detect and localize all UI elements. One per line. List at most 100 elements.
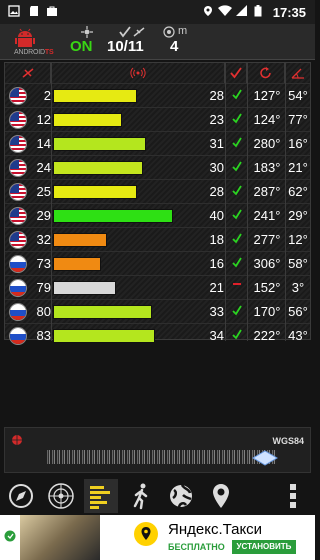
walking-button[interactable] bbox=[124, 479, 158, 513]
yandex-taxi-logo bbox=[134, 522, 158, 546]
satellite-elevation: 54° bbox=[288, 88, 308, 103]
satellite-elevation: 62° bbox=[288, 184, 308, 199]
russia-flag-icon bbox=[9, 255, 27, 273]
signal-bar bbox=[53, 305, 152, 319]
sky-view-button[interactable] bbox=[44, 479, 78, 513]
usa-flag-icon bbox=[9, 231, 27, 249]
location-pin-icon bbox=[204, 6, 212, 16]
satellite-col-icon bbox=[22, 68, 33, 78]
fix-status: ON bbox=[70, 38, 93, 55]
signal-bars-button[interactable] bbox=[84, 479, 118, 513]
header-count: 4 bbox=[170, 38, 179, 55]
position-panel[interactable]: WGS84 bbox=[4, 427, 311, 473]
russia-flag-icon bbox=[9, 303, 27, 321]
compass-button[interactable] bbox=[4, 479, 38, 513]
status-bar: 17:35 bbox=[0, 0, 315, 24]
col-elevation bbox=[285, 63, 310, 83]
used-check-icon bbox=[229, 67, 242, 79]
satellite-prn: 80 bbox=[36, 304, 51, 319]
position-noise-graph bbox=[47, 450, 277, 464]
satellite-elevation: 77° bbox=[288, 112, 308, 127]
status-time: 17:35 bbox=[272, 5, 306, 20]
satellite-azimuth: 152° bbox=[253, 280, 281, 295]
sky-view-icon bbox=[48, 483, 74, 509]
bottom-toolbar bbox=[0, 476, 315, 514]
satellite-elevation: 56° bbox=[288, 304, 308, 319]
walking-icon bbox=[133, 483, 148, 510]
ad-free-label: БЕСПЛАТНО bbox=[168, 542, 225, 552]
map-pin-button[interactable] bbox=[204, 479, 238, 513]
shopping-bag-icon bbox=[47, 6, 57, 16]
taxi-pin-icon bbox=[141, 527, 151, 540]
used-check-icon bbox=[230, 160, 244, 175]
accuracy-unit: m bbox=[178, 25, 188, 37]
satellite-prn: 83 bbox=[36, 328, 51, 343]
used-check-icon bbox=[230, 208, 244, 223]
signal-snr: 40 bbox=[209, 208, 224, 223]
more-vertical-icon bbox=[290, 484, 296, 508]
androits-logo: ANDROIDTS bbox=[8, 27, 54, 59]
signal-bar bbox=[53, 113, 122, 127]
satellite-elevation: 43° bbox=[288, 328, 308, 343]
used-check-icon bbox=[230, 328, 244, 343]
satellite-elevation: 12° bbox=[288, 232, 308, 247]
battery-icon bbox=[254, 5, 262, 17]
signal-snr: 21 bbox=[209, 280, 224, 295]
usa-flag-icon bbox=[9, 207, 27, 225]
signal-strength-icon bbox=[129, 67, 146, 79]
used-check-icon bbox=[230, 304, 244, 319]
russia-flag-icon bbox=[9, 279, 27, 297]
ad-close-icon[interactable] bbox=[4, 530, 16, 542]
signal-bar bbox=[53, 137, 146, 151]
satellite-table: 2 28 127° 54° 12 23 124° 77° 14 31 280° 16° 24 30 183°… bbox=[4, 62, 311, 345]
col-azimuth bbox=[247, 63, 285, 83]
used-check-icon bbox=[230, 88, 244, 103]
usa-flag-icon bbox=[9, 111, 27, 129]
satellite-azimuth: 183° bbox=[253, 160, 281, 175]
ad-banner[interactable]: Яндекс.Такси БЕСПЛАТНО УСТАНОВИТЬ bbox=[0, 515, 315, 560]
usa-flag-icon bbox=[9, 87, 27, 105]
signal-snr: 34 bbox=[209, 328, 224, 343]
satellite-azimuth: 280° bbox=[253, 136, 281, 151]
satellite-elevation: 16° bbox=[288, 136, 308, 151]
satellite-prn: 2 bbox=[43, 88, 51, 103]
satellite-elevation: 29° bbox=[288, 208, 308, 223]
usa-flag-icon bbox=[9, 135, 27, 153]
compass-icon bbox=[9, 484, 33, 508]
signal-bar bbox=[53, 89, 137, 103]
col-used bbox=[225, 63, 247, 83]
sd-card-icon bbox=[30, 6, 38, 16]
signal-bar bbox=[53, 185, 137, 199]
satellite-prn: 14 bbox=[36, 136, 51, 151]
satellites-used-total: 10/11 bbox=[107, 38, 144, 55]
satellite-small-icon bbox=[133, 27, 145, 37]
signal-snr: 18 bbox=[209, 232, 224, 247]
checkmark-icon bbox=[119, 26, 131, 38]
map-pin-icon bbox=[213, 484, 229, 508]
globe-button[interactable] bbox=[164, 479, 198, 513]
datum-label: WGS84 bbox=[272, 436, 304, 446]
usa-flag-icon bbox=[9, 183, 27, 201]
satellite-elevation: 21° bbox=[288, 160, 308, 175]
accuracy-icon bbox=[163, 26, 175, 38]
gallery-icon bbox=[8, 5, 20, 17]
signal-snr: 33 bbox=[209, 304, 224, 319]
satellite-prn: 29 bbox=[36, 208, 51, 223]
ad-install-button[interactable]: УСТАНОВИТЬ bbox=[232, 540, 296, 554]
signal-snr: 28 bbox=[209, 88, 224, 103]
used-check-icon bbox=[230, 232, 244, 247]
globe-icon bbox=[170, 484, 192, 508]
signal-snr: 28 bbox=[209, 184, 224, 199]
satellite-azimuth: 306° bbox=[253, 256, 281, 271]
signal-bar bbox=[53, 257, 101, 271]
app-header: ANDROIDTS m ON 10/11 4 bbox=[0, 24, 315, 60]
signal-snr: 30 bbox=[209, 160, 224, 175]
signal-bar bbox=[53, 161, 143, 175]
signal-snr: 23 bbox=[209, 112, 224, 127]
globe-small-icon bbox=[12, 435, 22, 445]
elevation-icon bbox=[291, 68, 304, 79]
russia-flag-icon bbox=[9, 327, 27, 345]
signal-bars-icon bbox=[90, 486, 110, 509]
satellite-prn: 25 bbox=[36, 184, 51, 199]
more-button[interactable] bbox=[278, 479, 308, 513]
